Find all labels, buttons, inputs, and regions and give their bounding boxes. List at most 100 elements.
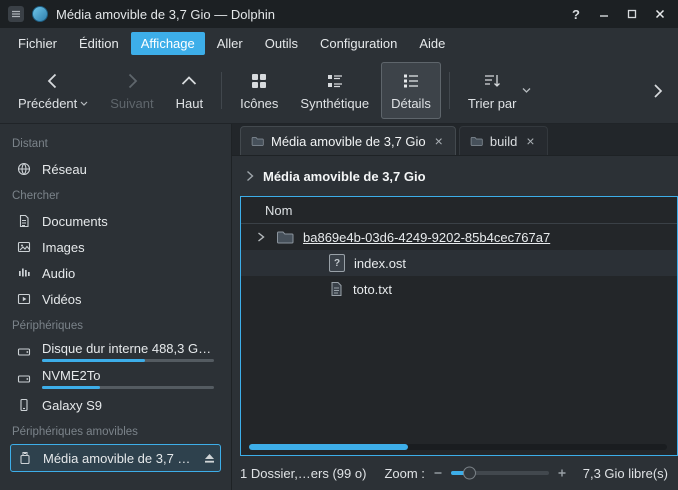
chevron-right-icon [122, 70, 142, 92]
compact-view-button[interactable]: Synthétique [290, 62, 379, 119]
sidebar-item-documents[interactable]: Documents [10, 208, 225, 234]
tab-close-icon[interactable]: × [524, 134, 536, 148]
hard-drive-icon [16, 371, 32, 387]
folder-icon [251, 136, 264, 147]
menu-aide[interactable]: Aide [409, 32, 455, 55]
sidebar-item-audio[interactable]: Audio [10, 260, 225, 286]
breadcrumb-location[interactable]: Média amovible de 3,7 Gio [263, 169, 426, 184]
expander-icon[interactable] [257, 232, 267, 242]
menu-affichage[interactable]: Affichage [131, 32, 205, 55]
sidebar-item-nvme[interactable]: NVME2To [10, 365, 225, 392]
view-icons-icon [249, 70, 269, 92]
back-button[interactable]: Précédent [8, 62, 98, 119]
toolbar-separator [449, 72, 450, 109]
horizontal-scrollbar[interactable] [249, 444, 667, 450]
sidebar-item-label: Audio [42, 266, 75, 281]
tab-label: build [490, 134, 517, 149]
maximize-button[interactable] [622, 4, 642, 24]
file-name[interactable]: ba869e4b-03d6-4249-9202-85b4cec767a7 [303, 230, 550, 245]
sidebar-item-media-amovible[interactable]: Média amovible de 3,7 … [10, 444, 221, 472]
section-peripheriques: Périphériques [12, 320, 225, 332]
sidebar-item-label: Disque dur interne 488,3 G… [42, 341, 221, 356]
sidebar-item-label: Galaxy S9 [42, 398, 102, 413]
zoom-in-icon[interactable] [557, 468, 567, 478]
folder-icon [470, 136, 483, 147]
view-compact-icon [325, 70, 345, 92]
sidebar-item-videos[interactable]: Vidéos [10, 286, 225, 312]
sort-by-label: Trier par [468, 96, 517, 111]
menu-edition[interactable]: Édition [69, 32, 129, 55]
app-menu-icon[interactable] [8, 6, 24, 22]
section-chercher: Chercher [12, 190, 225, 202]
main-panel: Média amovible de 3,7 Gio × build × Médi… [232, 124, 678, 490]
toolbar-separator [221, 72, 222, 109]
menu-aller[interactable]: Aller [207, 32, 253, 55]
file-name[interactable]: index.ost [354, 256, 406, 271]
toolbar-overflow-button[interactable] [646, 79, 670, 103]
sidebar-item-galaxy-s9[interactable]: Galaxy S9 [10, 392, 225, 418]
help-button[interactable]: ? [566, 4, 586, 24]
documents-icon [16, 213, 32, 229]
folder-view: Nom ba869e4b-03d6-4249-9202-85b4cec767a7… [240, 196, 678, 456]
menu-fichier[interactable]: Fichier [8, 32, 67, 55]
titlebar[interactable]: Média amovible de 3,7 Gio — Dolphin ? [0, 0, 678, 28]
column-header-row: Nom [241, 197, 677, 224]
section-peripheriques-amovibles: Périphériques amovibles [12, 426, 225, 438]
sidebar-item-images[interactable]: Images [10, 234, 225, 260]
section-distant: Distant [12, 138, 225, 150]
menu-configuration[interactable]: Configuration [310, 32, 407, 55]
tab-bar: Média amovible de 3,7 Gio × build × [232, 124, 678, 156]
hard-drive-icon [16, 344, 32, 360]
toolbar: Précédent Suivant Haut Icônes [0, 58, 678, 124]
capacity-bar [42, 386, 214, 389]
zoom-slider-track[interactable] [451, 471, 549, 475]
capacity-bar [42, 359, 214, 362]
back-label: Précédent [18, 96, 77, 111]
sidebar-item-label: Images [42, 240, 85, 255]
file-row[interactable]: ba869e4b-03d6-4249-9202-85b4cec767a7 [241, 224, 677, 250]
sidebar-item-disque-dur[interactable]: Disque dur interne 488,3 G… [10, 338, 225, 365]
up-button[interactable]: Haut [166, 62, 213, 119]
breadcrumb-chevron-icon [246, 170, 254, 182]
tab-close-icon[interactable]: × [433, 134, 445, 148]
zoom-slider-handle[interactable] [463, 467, 476, 480]
images-icon [16, 239, 32, 255]
unknown-file-icon: ? [329, 254, 345, 272]
chevron-up-icon [179, 70, 199, 92]
compact-label: Synthétique [300, 96, 369, 111]
menu-outils[interactable]: Outils [255, 32, 308, 55]
icons-view-button[interactable]: Icônes [230, 62, 288, 119]
chevron-right-icon [652, 83, 664, 99]
chevron-down-icon [522, 87, 531, 94]
sidebar-item-label: NVME2To [42, 368, 221, 383]
window-title: Média amovible de 3,7 Gio — Dolphin [56, 7, 275, 22]
details-label: Détails [391, 96, 431, 111]
eject-icon [203, 452, 216, 464]
sort-by-button[interactable]: Trier par [458, 62, 540, 119]
file-row[interactable]: ? index.ost [241, 250, 677, 276]
icons-label: Icônes [240, 96, 278, 111]
zoom-slider-fill [451, 471, 469, 475]
free-space-label: 7,3 Gio libre(s) [583, 466, 668, 481]
tab-build[interactable]: build × [459, 126, 548, 155]
folder-icon [276, 230, 294, 245]
details-view-button[interactable]: Détails [381, 62, 441, 119]
forward-button[interactable]: Suivant [100, 62, 163, 119]
column-header-nom[interactable]: Nom [265, 203, 292, 218]
sidebar-item-label: Vidéos [42, 292, 82, 307]
breadcrumb: Média amovible de 3,7 Gio [232, 156, 678, 196]
tab-label: Média amovible de 3,7 Gio [271, 134, 426, 149]
eject-button[interactable] [203, 452, 216, 464]
places-panel: Distant Réseau Chercher Documents Images [0, 124, 232, 490]
tab-media-amovible[interactable]: Média amovible de 3,7 Gio × [240, 126, 456, 155]
zoom-out-icon[interactable] [433, 468, 443, 478]
zoom-slider[interactable] [451, 466, 549, 480]
close-button[interactable] [650, 4, 670, 24]
up-label: Haut [176, 96, 203, 111]
sidebar-item-reseau[interactable]: Réseau [10, 156, 225, 182]
file-name[interactable]: toto.txt [353, 282, 392, 297]
file-row[interactable]: toto.txt [241, 276, 677, 302]
minimize-button[interactable] [594, 4, 614, 24]
network-icon [16, 161, 32, 177]
scrollbar-thumb[interactable] [249, 444, 408, 450]
